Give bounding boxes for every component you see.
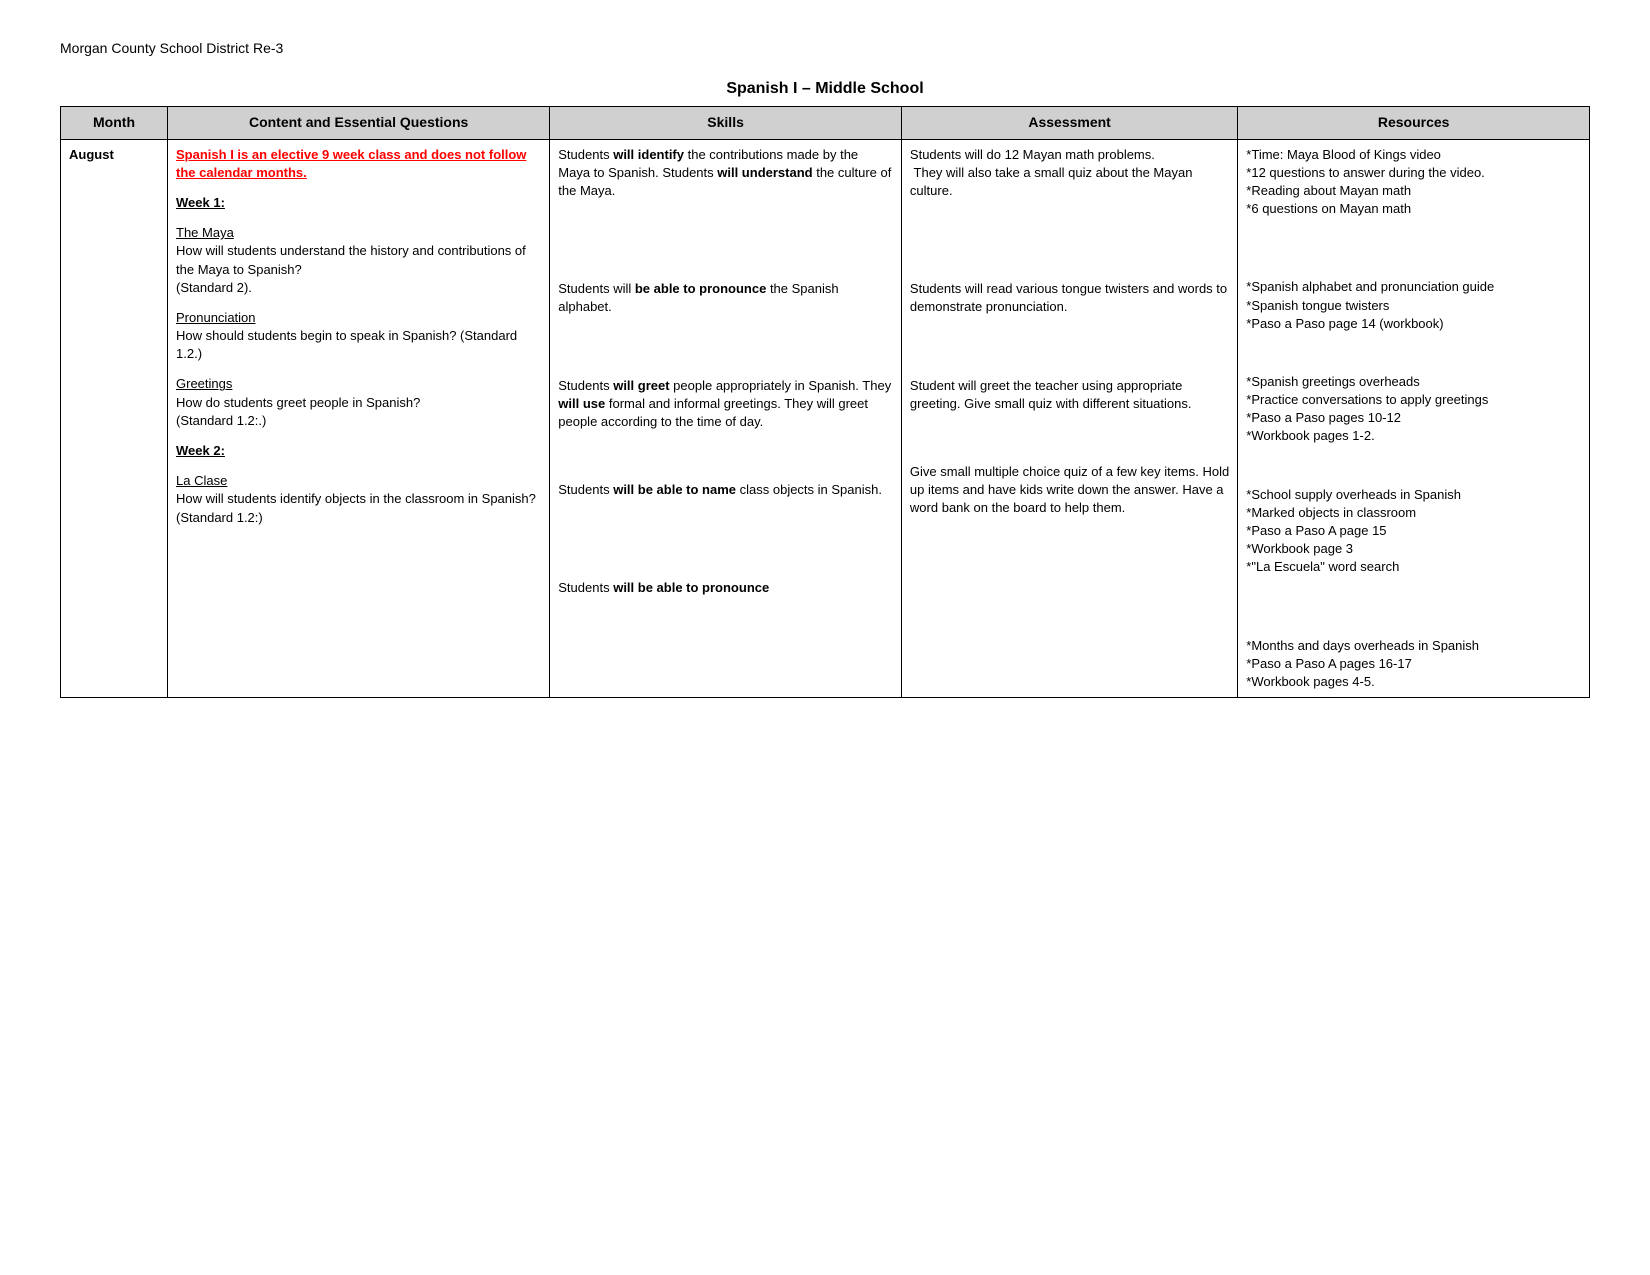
header-resources: Resources [1238,107,1590,140]
skill-5: Students will be able to pronounce [558,579,893,597]
district-title: Morgan County School District Re-3 [60,40,1590,56]
assessment-3: Student will greet the teacher using app… [910,377,1229,413]
resource-3: *Spanish greetings overheads *Practice c… [1246,373,1581,446]
resource-5: *Months and days overheads in Spanish *P… [1246,637,1581,692]
resource-2: *Spanish alphabet and pronunciation guid… [1246,278,1581,333]
assessment-cell: Students will do 12 Mayan math problems.… [901,139,1237,698]
skill-4: Students will be able to name class obje… [558,481,893,499]
header-skills: Skills [550,107,902,140]
content-red-notice: Spanish I is an elective 9 week class an… [176,146,541,182]
skill-3: Students will greet people appropriately… [558,377,893,432]
content-cell: Spanish I is an elective 9 week class an… [168,139,550,698]
resources-cell: *Time: Maya Blood of Kings video *12 que… [1238,139,1590,698]
content-maya: The Maya How will students understand th… [176,224,541,297]
assessment-4: Give small multiple choice quiz of a few… [910,463,1229,518]
header-content: Content and Essential Questions [168,107,550,140]
month-cell: August [61,139,168,698]
resource-4: *School supply overheads in Spanish *Mar… [1246,486,1581,577]
content-week2: Week 2: [176,442,541,460]
skills-cell: Students will identify the contributions… [550,139,902,698]
resource-1: *Time: Maya Blood of Kings video *12 que… [1246,146,1581,219]
skill-2: Students will be able to pronounce the S… [558,280,893,316]
skill-1: Students will identify the contributions… [558,146,893,201]
curriculum-table: Month Content and Essential Questions Sk… [60,106,1590,698]
content-la-clase: La Clase How will students identify obje… [176,472,541,527]
assessment-1: Students will do 12 Mayan math problems.… [910,146,1229,201]
content-greetings: Greetings How do students greet people i… [176,375,541,430]
course-title: Spanish I – Middle School [60,80,1590,98]
header-assessment: Assessment [901,107,1237,140]
assessment-2: Students will read various tongue twiste… [910,280,1229,316]
content-week1: Week 1: [176,194,541,212]
content-pronunciation: Pronunciation How should students begin … [176,309,541,364]
header-month: Month [61,107,168,140]
table-row: August Spanish I is an elective 9 week c… [61,139,1590,698]
